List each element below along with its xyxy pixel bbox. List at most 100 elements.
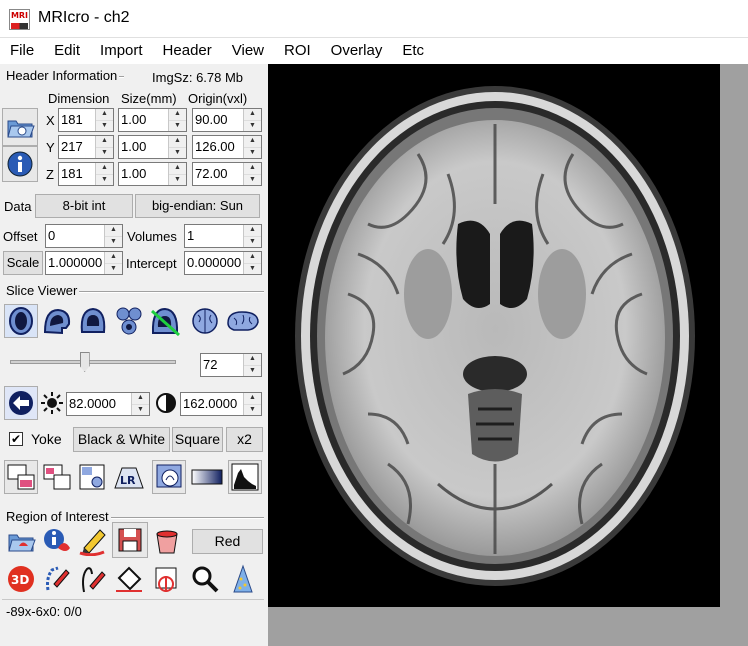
menu-overlay[interactable]: Overlay [321,38,393,64]
roi-fill-button[interactable] [112,562,146,596]
wizard-hat-icon [233,564,253,593]
roi-clear-button[interactable] [150,524,184,558]
lr-flip-icon: LR [114,467,144,489]
yoke-checkbox[interactable]: ✔ [9,432,23,446]
pencil-icon [79,529,106,556]
offset-input[interactable]: 0 ▲ ▼ [45,224,123,248]
oblique-head-icon [151,307,180,337]
slice-slider-thumb[interactable] [79,352,90,372]
back-arrow-icon [9,391,33,415]
status-bar: -89x-6x0: 0/0 [2,599,264,623]
endian-button[interactable]: big-endian: Sun [135,194,260,218]
roi-dotted-draw-button[interactable] [40,562,74,596]
axial-head-icon [9,307,33,335]
overlay-head-icon [156,464,182,488]
z-dimension-input[interactable]: 181 ▲ ▼ [58,162,114,186]
info-icon [7,151,33,177]
roi-info-icon [44,529,70,551]
brain-side-view-button[interactable] [226,304,260,338]
image-size-label: ImgSz: 6.78 Mb [152,70,244,85]
copy-image-button[interactable] [4,460,38,494]
menu-header[interactable]: Header [153,38,222,64]
x-origin-input[interactable]: 90.00 ▲ ▼ [192,108,262,132]
origin-column-header: Origin(vxl) [188,91,248,106]
histogram-button[interactable] [228,460,262,494]
y-size-input[interactable]: 1.00 ▲ ▼ [118,135,187,159]
z-size-input[interactable]: 1.00 ▲ ▼ [118,162,187,186]
render-overlay-button[interactable] [152,460,186,494]
roi-wizard-button[interactable] [226,562,260,596]
brightness-input[interactable]: 82.0000 ▲ ▼ [66,392,150,416]
header-info-title: Header Information [4,68,120,83]
oblique-view-button[interactable] [148,304,182,338]
roi-3d-button[interactable]: 3D [4,562,38,596]
axial-head-view-button[interactable] [4,304,38,338]
lr-flip-button[interactable]: LR [112,460,146,494]
half-circle-contrast-icon [156,393,176,413]
open-header-button[interactable] [2,108,38,146]
roi-color-button[interactable]: Red [192,529,263,554]
slice-viewer-title: Slice Viewer [4,283,80,298]
sun-icon [41,392,63,414]
x-dimension-input[interactable]: 181 ▲ ▼ [58,108,114,132]
menu-etc[interactable]: Etc [392,38,434,64]
dotted-pen-icon [46,566,70,591]
roi-freehand-button[interactable] [76,562,110,596]
copy-windows-icon [7,464,35,490]
mri-slice-image[interactable] [268,64,720,607]
intercept-input[interactable]: 0.000000 ▲ ▼ [184,251,262,275]
mricro-app-icon: MRI [9,9,30,30]
slice-number-input[interactable]: 72 ▲ ▼ [200,353,262,377]
y-origin-input[interactable]: 126.00 ▲ ▼ [192,135,262,159]
open-roi-button[interactable] [4,524,38,558]
histogram-icon [231,463,259,491]
y-dimension-input[interactable]: 217 ▲ ▼ [58,135,114,159]
axis-z-label: Z [46,167,54,182]
menu-roi[interactable]: ROI [274,38,321,64]
paste-image-button[interactable] [40,460,74,494]
layout-icon [79,464,105,490]
trash-bucket-icon [156,530,178,554]
svg-text:3D: 3D [11,573,29,587]
data-type-label: Data [4,199,32,214]
header-info-button[interactable] [2,146,38,182]
menu-file[interactable]: File [0,38,44,64]
sagittal-view-button[interactable] [40,304,74,338]
open-roi-folder-icon [8,534,36,552]
sagittal-head-icon [43,308,71,335]
menu-import[interactable]: Import [90,38,153,64]
square-button[interactable]: Square [172,427,223,452]
brain-top-icon [192,308,218,334]
menu-bar: File Edit Import Header View ROI Overlay… [0,38,748,64]
contrast-input[interactable]: 162.0000 ▲ ▼ [180,392,262,416]
roi-erase-button[interactable] [150,562,184,596]
layout-image-button[interactable] [76,460,110,494]
roi-group-title: Region of Interest [4,509,111,524]
black-white-button[interactable]: Black & White [73,427,170,452]
render-view-button[interactable] [188,304,222,338]
colorbar-button[interactable] [190,460,224,494]
slice-slider-track[interactable] [10,360,176,364]
save-roi-button[interactable] [112,522,148,558]
coronal-head-icon [80,307,106,333]
multi-slice-view-button[interactable] [112,304,146,338]
save-floppy-icon [118,528,142,552]
menu-view[interactable]: View [222,38,274,64]
volumes-input[interactable]: 1 ▲ ▼ [184,224,262,248]
scale-button[interactable]: Scale [3,251,43,275]
menu-edit[interactable]: Edit [44,38,90,64]
yoke-label: Yoke [31,431,62,447]
zoom-button[interactable] [188,562,222,596]
scale-input[interactable]: 1.000000 ▲ ▼ [45,251,123,275]
previous-arrow-button[interactable] [4,386,38,420]
z-origin-input[interactable]: 72.00 ▲ ▼ [192,162,262,186]
zoom-x2-button[interactable]: x2 [226,427,263,452]
roi-draw-button[interactable] [76,524,110,558]
roi-info-button[interactable] [40,524,74,558]
x-size-input[interactable]: 1.00 ▲ ▼ [118,108,187,132]
data-type-button[interactable]: 8-bit int [35,194,133,218]
coronal-view-button[interactable] [76,304,110,338]
image-viewer [268,64,748,646]
brightness-icon [38,386,66,420]
3d-sphere-icon: 3D [8,566,34,592]
